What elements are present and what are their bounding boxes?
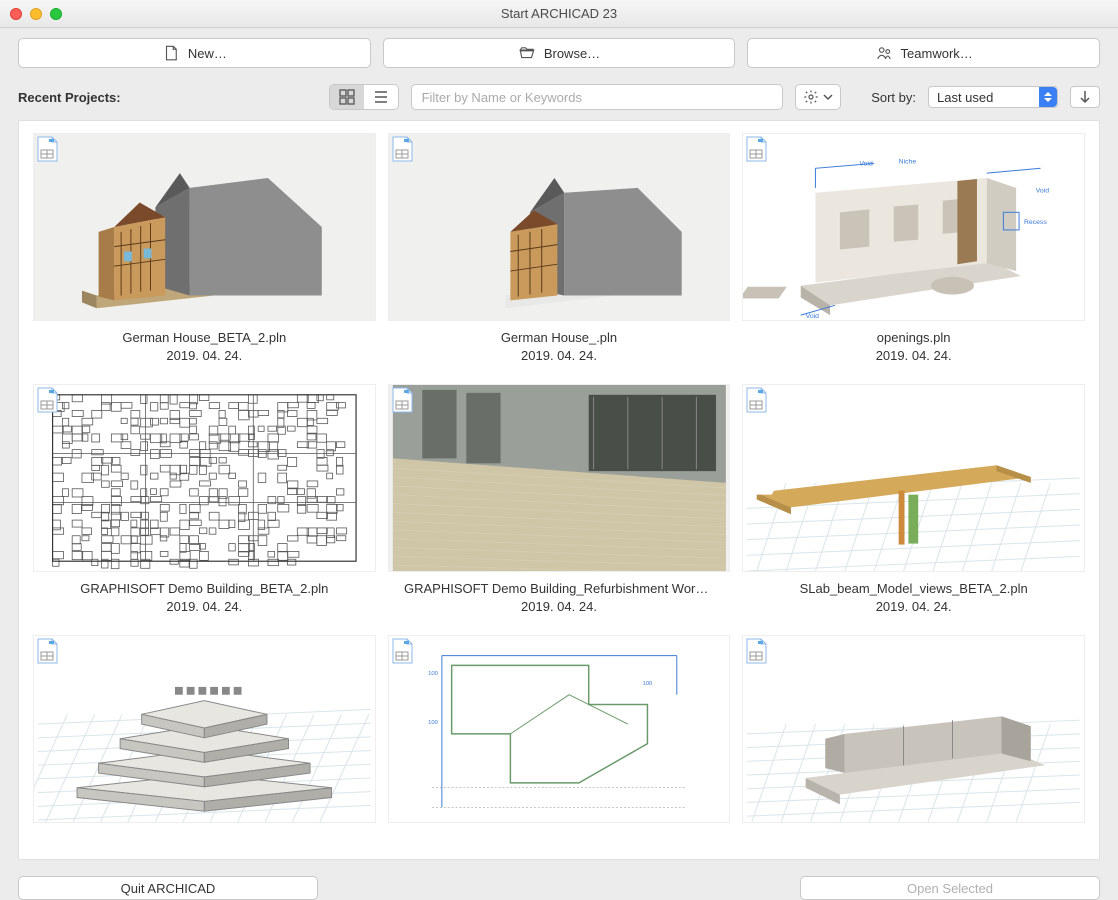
- project-thumbnail: [742, 635, 1085, 823]
- project-caption: openings.pln 2019. 04. 24.: [742, 329, 1085, 364]
- project-caption: GRAPHISOFT Demo Building_BETA_2.pln 2019…: [33, 580, 376, 615]
- list-view-button[interactable]: [364, 85, 398, 109]
- project-thumbnail: [33, 384, 376, 572]
- browse-button-label: Browse…: [544, 46, 600, 61]
- window-title: Start ARCHICAD 23: [0, 6, 1118, 21]
- grid-view-button[interactable]: [330, 85, 364, 109]
- svg-text:100: 100: [428, 720, 439, 726]
- sort-select-value: Last used: [937, 90, 993, 105]
- project-date: 2019. 04. 24.: [742, 347, 1085, 365]
- arrow-down-icon: [1079, 90, 1091, 104]
- project-card[interactable]: Void Niche Void Recess Void openings.pln 201…: [742, 133, 1085, 364]
- document-icon: [36, 387, 58, 413]
- recent-projects-label: Recent Projects:: [18, 90, 121, 105]
- project-date: 2019. 04. 24.: [33, 598, 376, 616]
- project-card[interactable]: SLab_beam_Model_views_BETA_2.pln 2019. 0…: [742, 384, 1085, 615]
- projects-grid: German House_BETA_2.pln 2019. 04. 24. Ge…: [33, 133, 1085, 831]
- svg-text:Recess: Recess: [1024, 219, 1047, 226]
- project-thumbnail: [33, 635, 376, 823]
- sort-by-label: Sort by:: [871, 90, 916, 105]
- document-icon: [36, 136, 58, 162]
- project-name: openings.pln: [759, 329, 1069, 347]
- project-thumbnail: Void Niche Void Recess Void: [742, 133, 1085, 321]
- settings-button[interactable]: [795, 84, 841, 110]
- document-icon: [391, 136, 413, 162]
- project-card[interactable]: 100 100 100: [388, 635, 731, 831]
- open-selected-label: Open Selected: [907, 881, 993, 896]
- project-card[interactable]: German House_.pln 2019. 04. 24.: [388, 133, 731, 364]
- project-name: GRAPHISOFT Demo Building_BETA_2.pln: [49, 580, 359, 598]
- select-arrows-icon: [1039, 87, 1057, 107]
- document-icon: [36, 638, 58, 664]
- project-date: 2019. 04. 24.: [33, 347, 376, 365]
- project-thumbnail: [33, 133, 376, 321]
- project-date: 2019. 04. 24.: [742, 598, 1085, 616]
- teamwork-button-label: Teamwork…: [901, 46, 973, 61]
- quit-button-label: Quit ARCHICAD: [121, 881, 216, 896]
- project-card[interactable]: [33, 635, 376, 831]
- filter-input[interactable]: [411, 84, 784, 110]
- svg-text:Niche: Niche: [899, 158, 917, 165]
- list-icon: [373, 89, 389, 105]
- main-actions-row: New… Browse… Teamwork…: [0, 28, 1118, 76]
- project-card[interactable]: German House_BETA_2.pln 2019. 04. 24.: [33, 133, 376, 364]
- bottom-row: Quit ARCHICAD Open Selected: [0, 870, 1118, 900]
- project-date: 2019. 04. 24.: [388, 598, 731, 616]
- project-name: GRAPHISOFT Demo Building_Refurbishment W…: [404, 580, 714, 598]
- project-caption: German House_.pln 2019. 04. 24.: [388, 329, 731, 364]
- document-icon: [745, 136, 767, 162]
- document-new-icon: [162, 44, 180, 62]
- document-icon: [745, 638, 767, 664]
- document-icon: [391, 638, 413, 664]
- project-thumbnail: [388, 133, 731, 321]
- sort-select[interactable]: Last used: [928, 86, 1058, 108]
- browse-button[interactable]: Browse…: [383, 38, 736, 68]
- project-card[interactable]: [742, 635, 1085, 831]
- project-date: 2019. 04. 24.: [388, 347, 731, 365]
- document-icon: [745, 387, 767, 413]
- quit-button[interactable]: Quit ARCHICAD: [18, 876, 318, 900]
- project-name: German House_BETA_2.pln: [49, 329, 359, 347]
- teamwork-icon: [875, 44, 893, 62]
- folder-open-icon: [518, 44, 536, 62]
- titlebar: Start ARCHICAD 23: [0, 0, 1118, 28]
- project-caption: SLab_beam_Model_views_BETA_2.pln 2019. 0…: [742, 580, 1085, 615]
- open-selected-button[interactable]: Open Selected: [800, 876, 1100, 900]
- svg-text:Void: Void: [860, 160, 874, 167]
- new-button-label: New…: [188, 46, 227, 61]
- project-card[interactable]: GRAPHISOFT Demo Building_Refurbishment W…: [388, 384, 731, 615]
- new-button[interactable]: New…: [18, 38, 371, 68]
- controls-row: Recent Projects: Sort by: Last used: [0, 76, 1118, 120]
- svg-text:100: 100: [642, 681, 653, 687]
- project-name: SLab_beam_Model_views_BETA_2.pln: [759, 580, 1069, 598]
- project-thumbnail: [388, 384, 731, 572]
- sort-direction-button[interactable]: [1070, 86, 1100, 108]
- project-caption: GRAPHISOFT Demo Building_Refurbishment W…: [388, 580, 731, 615]
- grid-icon: [339, 89, 355, 105]
- svg-text:100: 100: [428, 671, 439, 677]
- project-thumbnail: 100 100 100: [388, 635, 731, 823]
- chevron-down-icon: [823, 92, 833, 102]
- gear-icon: [803, 89, 819, 105]
- teamwork-button[interactable]: Teamwork…: [747, 38, 1100, 68]
- project-thumbnail: [742, 384, 1085, 572]
- svg-text:Void: Void: [806, 313, 820, 320]
- project-name: German House_.pln: [404, 329, 714, 347]
- projects-panel[interactable]: German House_BETA_2.pln 2019. 04. 24. Ge…: [18, 120, 1100, 860]
- project-card[interactable]: GRAPHISOFT Demo Building_BETA_2.pln 2019…: [33, 384, 376, 615]
- document-icon: [391, 387, 413, 413]
- project-caption: German House_BETA_2.pln 2019. 04. 24.: [33, 329, 376, 364]
- svg-text:Void: Void: [1036, 188, 1050, 195]
- view-toggle: [329, 84, 399, 110]
